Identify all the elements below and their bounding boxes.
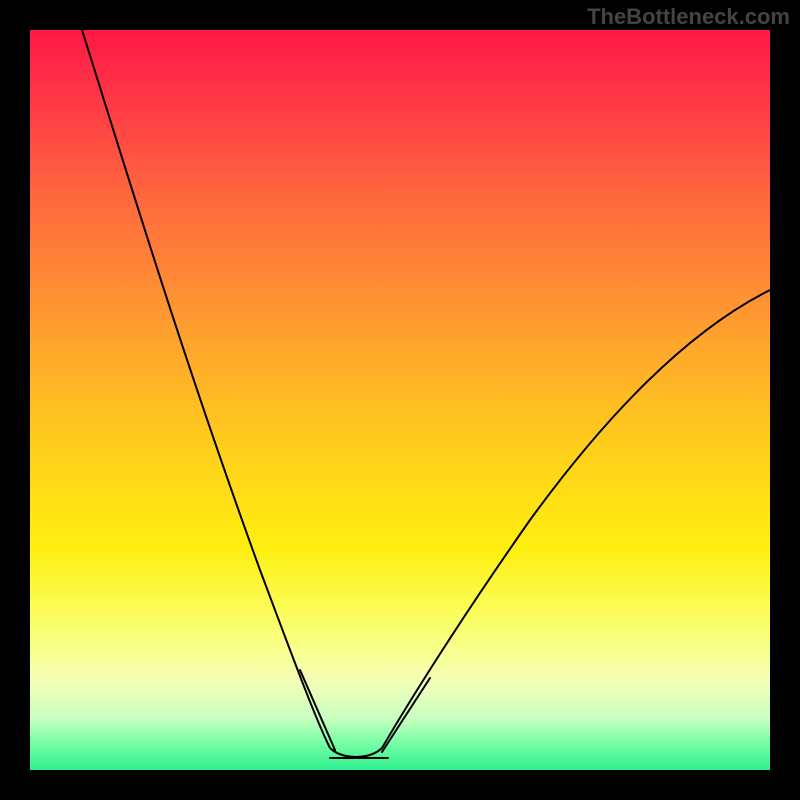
gradient-background xyxy=(30,30,770,770)
watermark-text: TheBottleneck.com xyxy=(587,4,790,30)
highlight-overlay xyxy=(30,30,770,770)
highlight-left-descent xyxy=(300,670,335,750)
chart-frame: TheBottleneck.com xyxy=(0,0,800,800)
highlight-right-ascent xyxy=(382,678,430,752)
